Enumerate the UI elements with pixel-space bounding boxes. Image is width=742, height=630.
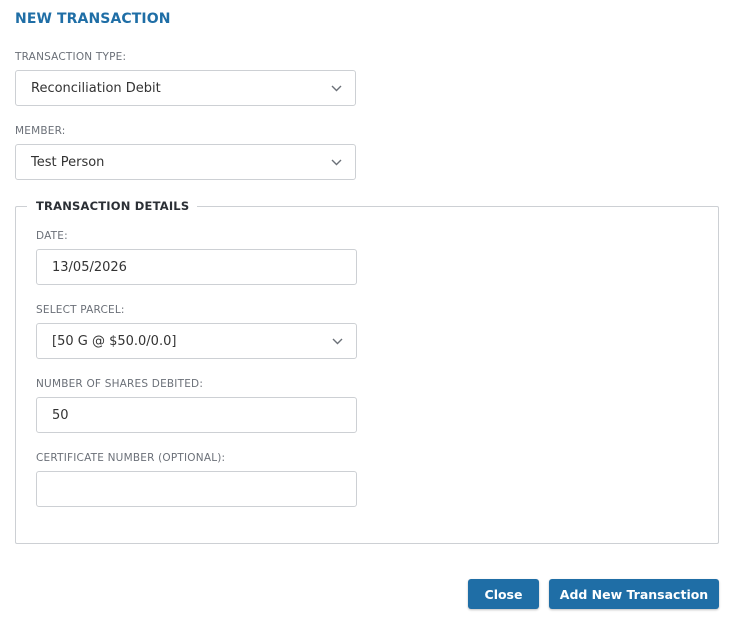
dialog-title: NEW TRANSACTION (15, 11, 171, 27)
select-parcel-label: SELECT PARCEL: (36, 304, 125, 316)
certificate-number-input[interactable] (36, 471, 357, 507)
parcel-value: [50 G @ $50.0/0.0] (52, 333, 177, 349)
date-value: 13/05/2026 (52, 259, 127, 275)
member-select[interactable]: Test Person (15, 144, 356, 180)
parcel-select[interactable]: [50 G @ $50.0/0.0] (36, 323, 357, 359)
add-new-transaction-button[interactable]: Add New Transaction (549, 579, 719, 609)
chevron-down-icon (330, 158, 342, 166)
shares-debited-value: 50 (52, 407, 69, 423)
member-value: Test Person (31, 154, 105, 170)
chevron-down-icon (331, 337, 343, 345)
member-label: MEMBER: (15, 125, 66, 137)
transaction-type-value: Reconciliation Debit (31, 80, 161, 96)
new-transaction-dialog: NEW TRANSACTION TRANSACTION TYPE: Reconc… (0, 0, 742, 630)
shares-debited-input[interactable]: 50 (36, 397, 357, 433)
chevron-down-icon (330, 84, 342, 92)
transaction-details-legend: TRANSACTION DETAILS (27, 199, 198, 213)
shares-debited-label: NUMBER OF SHARES DEBITED: (36, 378, 204, 390)
close-button[interactable]: Close (468, 579, 539, 609)
transaction-type-label: TRANSACTION TYPE: (15, 51, 127, 63)
certificate-number-label: CERTIFICATE NUMBER (OPTIONAL): (36, 452, 226, 464)
date-input[interactable]: 13/05/2026 (36, 249, 357, 285)
transaction-type-select[interactable]: Reconciliation Debit (15, 70, 356, 106)
date-label: DATE: (36, 230, 68, 242)
